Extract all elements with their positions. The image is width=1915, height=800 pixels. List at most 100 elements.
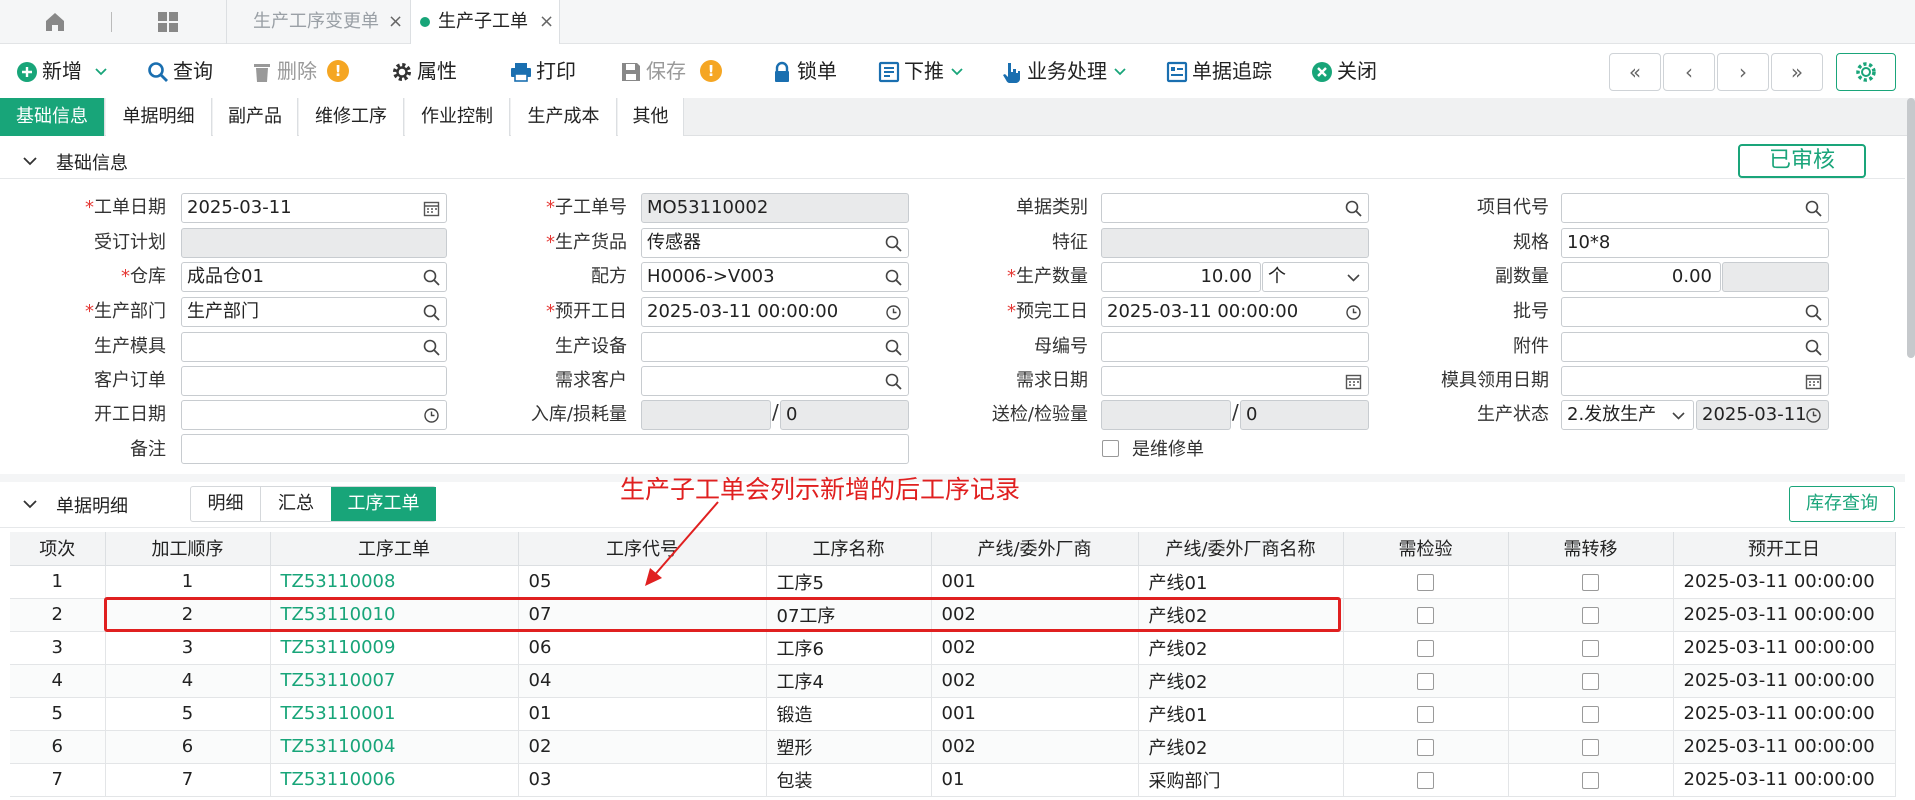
close-icon[interactable]: × bbox=[539, 0, 554, 44]
needs-transfer-checkbox[interactable] bbox=[1508, 565, 1674, 599]
column-header[interactable]: 项次 bbox=[10, 532, 106, 566]
calendar-icon[interactable] bbox=[423, 200, 440, 217]
formula-field[interactable]: H0006->V003 bbox=[641, 262, 909, 292]
remark-field[interactable] bbox=[181, 434, 909, 464]
checkbox[interactable] bbox=[1417, 738, 1434, 756]
apps-grid-icon[interactable] bbox=[156, 10, 180, 34]
process-order-link[interactable]: TZ53110009 bbox=[270, 631, 519, 665]
last-record-button[interactable]: » bbox=[1771, 53, 1823, 91]
vertical-scrollbar[interactable] bbox=[1907, 98, 1915, 358]
column-header[interactable]: 工序名称 bbox=[766, 532, 932, 566]
chevron-down-icon[interactable] bbox=[94, 65, 108, 79]
search-icon[interactable] bbox=[885, 373, 902, 390]
needs-transfer-checkbox[interactable] bbox=[1508, 697, 1674, 731]
chevron-down-icon[interactable] bbox=[950, 65, 964, 79]
clock-icon[interactable] bbox=[1805, 407, 1822, 424]
tab-detail[interactable]: 明细 bbox=[191, 487, 261, 521]
clock-icon[interactable] bbox=[1345, 304, 1362, 321]
production-qty-field[interactable]: 10.00 bbox=[1101, 262, 1261, 292]
table-row[interactable]: 3 3 TZ53110009 06 工序6 002 产线02 2025-03-11 00:00… bbox=[10, 631, 1896, 665]
attachment-field[interactable] bbox=[1561, 332, 1829, 362]
checkbox[interactable] bbox=[1417, 573, 1434, 591]
column-header[interactable]: 产线/委外厂商名称 bbox=[1138, 532, 1344, 566]
column-header[interactable]: 加工顺序 bbox=[105, 532, 271, 566]
parent-number-field[interactable] bbox=[1101, 332, 1369, 362]
search-icon[interactable] bbox=[423, 304, 440, 321]
column-header[interactable]: 预开工日 bbox=[1673, 532, 1896, 566]
checkbox[interactable] bbox=[1582, 639, 1599, 657]
checkbox[interactable] bbox=[1417, 672, 1434, 690]
checkbox[interactable] bbox=[1582, 606, 1599, 624]
feature-field[interactable] bbox=[1101, 228, 1369, 258]
needs-inspection-checkbox[interactable] bbox=[1343, 631, 1509, 665]
secondary-qty-field[interactable]: 0.00 bbox=[1561, 262, 1721, 292]
needs-inspection-checkbox[interactable] bbox=[1343, 565, 1509, 599]
specification-field[interactable]: 10*8 bbox=[1561, 228, 1829, 258]
close-icon[interactable]: × bbox=[388, 0, 403, 44]
needs-transfer-checkbox[interactable] bbox=[1508, 763, 1674, 797]
order-plan-field[interactable] bbox=[181, 228, 447, 258]
column-header[interactable]: 工序工单 bbox=[270, 532, 519, 566]
tab-by-products[interactable]: 副产品 bbox=[213, 98, 298, 136]
checkbox[interactable] bbox=[1417, 639, 1434, 657]
needs-inspection-checkbox[interactable] bbox=[1343, 763, 1509, 797]
table-row[interactable]: 5 5 TZ53110001 01 锻造 001 产线01 2025-03-11 00:00:… bbox=[10, 697, 1896, 731]
demand-date-field[interactable] bbox=[1101, 366, 1369, 396]
document-category-field[interactable] bbox=[1101, 193, 1369, 223]
needs-transfer-checkbox[interactable] bbox=[1508, 631, 1674, 665]
demand-customer-field[interactable] bbox=[641, 366, 909, 396]
search-icon[interactable] bbox=[885, 235, 902, 252]
checkbox[interactable] bbox=[1582, 738, 1599, 756]
secondary-unit-field[interactable] bbox=[1722, 262, 1829, 292]
checkbox[interactable] bbox=[1582, 705, 1599, 723]
needs-inspection-checkbox[interactable] bbox=[1343, 730, 1509, 764]
checkbox[interactable] bbox=[1417, 606, 1434, 624]
production-mold-field[interactable] bbox=[181, 332, 447, 362]
status-date-field[interactable]: 2025-03-11 bbox=[1696, 400, 1829, 430]
batch-no-field[interactable] bbox=[1561, 297, 1829, 327]
search-icon[interactable] bbox=[423, 339, 440, 356]
column-header[interactable]: 需转移 bbox=[1508, 532, 1674, 566]
tab-process-order[interactable]: 工序工单 bbox=[331, 487, 436, 521]
tab-process-change[interactable]: 生产工序变更单 × bbox=[227, 0, 407, 44]
column-header[interactable]: 工序代号 bbox=[518, 532, 767, 566]
chevron-down-icon[interactable] bbox=[1113, 65, 1127, 79]
table-row[interactable]: 1 1 TZ53110008 05 工序5 001 产线01 2025-03-11 00:00… bbox=[10, 565, 1896, 599]
chevron-down-icon[interactable] bbox=[22, 153, 38, 169]
prev-record-button[interactable]: ‹ bbox=[1663, 53, 1715, 91]
planned-finish-field[interactable]: 2025-03-11 00:00:00 bbox=[1101, 297, 1369, 327]
needs-transfer-checkbox[interactable] bbox=[1508, 664, 1674, 698]
needs-transfer-checkbox[interactable] bbox=[1508, 730, 1674, 764]
order-date-field[interactable]: 2025-03-11 bbox=[181, 193, 447, 223]
process-order-link[interactable]: TZ53110004 bbox=[270, 730, 519, 764]
next-record-button[interactable]: › bbox=[1717, 53, 1769, 91]
inspected-qty-field[interactable]: 0 bbox=[1240, 400, 1369, 430]
chevron-down-icon[interactable] bbox=[22, 496, 38, 512]
planned-start-field[interactable]: 2025-03-11 00:00:00 bbox=[641, 297, 909, 327]
basic-info-header[interactable]: 基础信息 bbox=[0, 143, 1905, 179]
tab-other[interactable]: 其他 bbox=[618, 98, 684, 136]
clock-icon[interactable] bbox=[885, 304, 902, 321]
tab-child-work-order[interactable]: 生产子工单 × bbox=[410, 0, 560, 44]
process-order-link[interactable]: TZ53110008 bbox=[270, 565, 519, 599]
tab-operation-control[interactable]: 作业控制 bbox=[405, 98, 510, 136]
process-order-link[interactable]: TZ53110007 bbox=[270, 664, 519, 698]
needs-inspection-checkbox[interactable] bbox=[1343, 598, 1509, 632]
checkbox[interactable] bbox=[1582, 672, 1599, 690]
calendar-icon[interactable] bbox=[1345, 373, 1362, 390]
first-record-button[interactable]: « bbox=[1609, 53, 1661, 91]
unit-select[interactable]: 个 bbox=[1262, 262, 1369, 292]
production-department-field[interactable]: 生产部门 bbox=[181, 297, 447, 327]
sent-inspection-qty-field[interactable] bbox=[1101, 400, 1231, 430]
is-repair-checkbox[interactable] bbox=[1102, 440, 1119, 457]
warehouse-field[interactable]: 成品仓01 bbox=[181, 262, 447, 292]
table-row[interactable]: 6 6 TZ53110004 02 塑形 002 产线02 2025-03-11 00:00:… bbox=[10, 730, 1896, 764]
search-icon[interactable] bbox=[1345, 200, 1362, 217]
tab-repair-process[interactable]: 维修工序 bbox=[299, 98, 404, 136]
equipment-field[interactable] bbox=[641, 332, 909, 362]
stock-query-button[interactable]: 库存查询 bbox=[1789, 486, 1895, 522]
search-icon[interactable] bbox=[885, 269, 902, 286]
needs-inspection-checkbox[interactable] bbox=[1343, 697, 1509, 731]
project-code-field[interactable] bbox=[1561, 193, 1829, 223]
search-icon[interactable] bbox=[423, 269, 440, 286]
